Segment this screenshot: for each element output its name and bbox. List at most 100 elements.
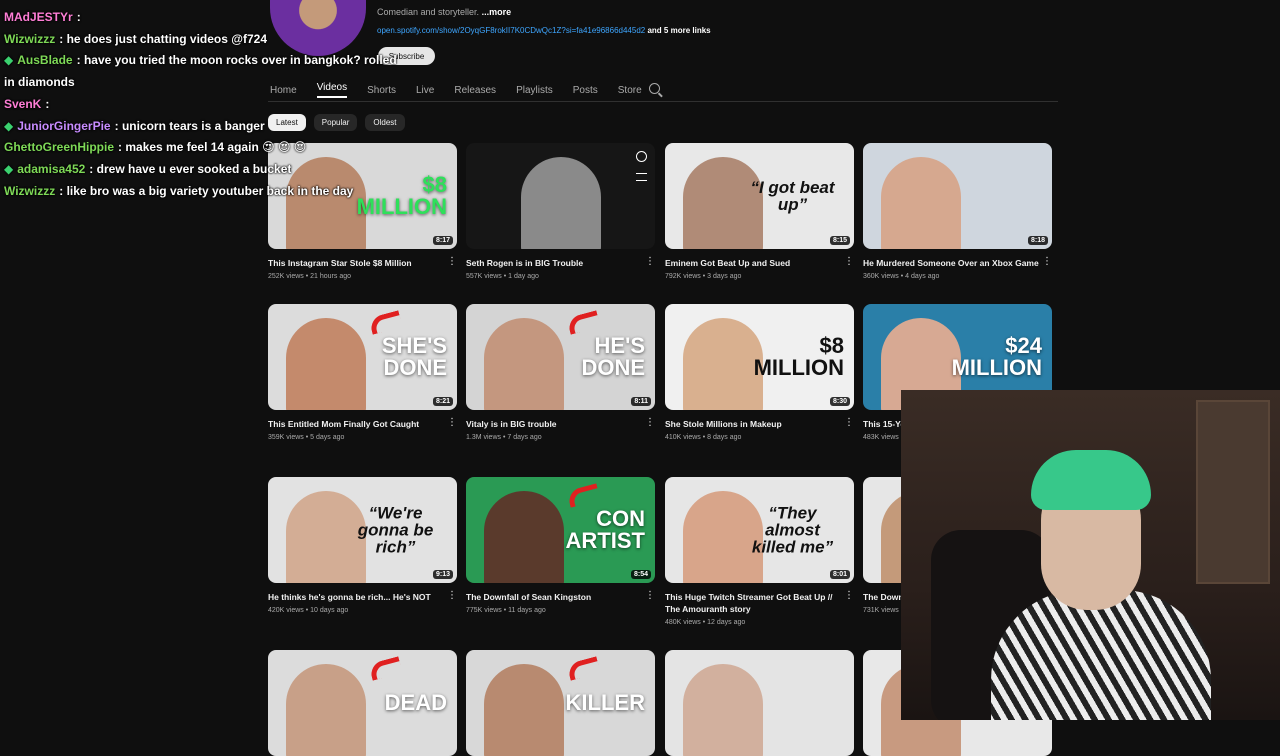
video-duration: 8:18 bbox=[1027, 236, 1048, 245]
video-title[interactable]: This Instagram Star Stole $8 Million bbox=[268, 257, 412, 269]
more-options-icon[interactable]: ⋮ bbox=[1042, 257, 1052, 269]
chat-username[interactable]: adamisa452 bbox=[17, 162, 85, 176]
video-card[interactable]: DEAD bbox=[268, 650, 457, 756]
video-card[interactable]: CON ARTIST 8:54 The Downfall of Sean Kings… bbox=[466, 477, 655, 614]
view-count: 252K views bbox=[268, 273, 304, 280]
more-options-icon[interactable]: ⋮ bbox=[447, 418, 457, 430]
chat-username[interactable]: SvenK bbox=[4, 97, 41, 111]
video-thumbnail[interactable]: DEAD bbox=[268, 650, 457, 756]
upload-age: 7 days ago bbox=[507, 434, 542, 441]
video-duration: 8:21 bbox=[432, 397, 453, 406]
thumbnail-caption: $24 MILLION bbox=[951, 333, 1042, 380]
thumbnail-caption: SHE'S DONE bbox=[381, 333, 447, 380]
video-stats: 557K views • 1 day ago bbox=[466, 273, 539, 280]
video-thumbnail[interactable]: CON ARTIST 8:54 bbox=[466, 477, 655, 583]
bio-more-link[interactable]: ...more bbox=[482, 7, 512, 17]
tab-playlists[interactable]: Playlists bbox=[516, 85, 553, 96]
video-stats: 360K views • 4 days ago bbox=[863, 273, 940, 280]
video-card[interactable]: $8 MILLION 8:30 She Stole Millions in Make… bbox=[665, 304, 854, 441]
more-options-icon[interactable]: ⋮ bbox=[645, 418, 655, 430]
video-thumbnail[interactable]: KILLER bbox=[466, 650, 655, 756]
video-card[interactable]: HE'S DONE 8:11 Vitaly is in BIG trouble ⋮ 1.… bbox=[466, 304, 655, 441]
video-thumbnail[interactable] bbox=[466, 143, 655, 249]
video-thumbnail[interactable]: “They almost killed me” 8:01 bbox=[665, 477, 854, 583]
more-options-icon[interactable]: ⋮ bbox=[844, 257, 854, 269]
chat-username[interactable]: GhettoGreenHippie bbox=[4, 140, 114, 154]
more-options-icon[interactable]: ⋮ bbox=[844, 418, 854, 430]
tab-live[interactable]: Live bbox=[416, 85, 434, 96]
tab-releases[interactable]: Releases bbox=[454, 85, 496, 96]
video-stats: 775K views • 11 days ago bbox=[466, 607, 546, 614]
chat-username[interactable]: Wizwizzz bbox=[4, 184, 55, 198]
video-card[interactable]: “I got beat up” 8:15 Eminem Got Beat Up an… bbox=[665, 143, 854, 280]
more-options-icon[interactable]: ⋮ bbox=[447, 257, 457, 269]
video-stats: 1.3M views • 7 days ago bbox=[466, 434, 542, 441]
red-arrow-icon bbox=[368, 656, 403, 681]
video-stats: 420K views • 10 days ago bbox=[268, 607, 349, 614]
thumbnail-face bbox=[484, 664, 564, 756]
video-title[interactable]: He thinks he's gonna be rich... He's NOT bbox=[268, 591, 431, 603]
video-duration: 8:15 bbox=[829, 236, 850, 245]
video-thumbnail[interactable]: “I got beat up” 8:15 bbox=[665, 143, 854, 249]
more-options-icon[interactable]: ⋮ bbox=[447, 591, 457, 603]
video-thumbnail[interactable]: 8:18 bbox=[863, 143, 1052, 249]
more-options-icon[interactable]: ⋮ bbox=[645, 591, 655, 603]
upload-age: 5 days ago bbox=[310, 434, 345, 441]
chat-text: like bro was a big variety youtuber back… bbox=[66, 183, 354, 198]
video-title[interactable]: Seth Rogen is in BIG Trouble bbox=[466, 257, 583, 269]
video-card[interactable]: “They almost killed me” 8:01 This Huge Twi… bbox=[665, 477, 854, 626]
more-options-icon[interactable]: ⋮ bbox=[844, 591, 854, 615]
spotify-link[interactable]: open.spotify.com/show/2OyqGF8rokII7K0CDw… bbox=[377, 26, 645, 35]
chat-text: drew have u ever sooked a bucket bbox=[96, 161, 292, 176]
red-arrow-icon bbox=[368, 310, 403, 335]
video-thumbnail[interactable] bbox=[665, 650, 854, 756]
search-icon[interactable] bbox=[649, 83, 660, 94]
video-title[interactable]: She Stole Millions in Makeup bbox=[665, 418, 782, 430]
background-door bbox=[1196, 400, 1270, 584]
video-thumbnail[interactable]: HE'S DONE 8:11 bbox=[466, 304, 655, 410]
thumbnail-face bbox=[683, 664, 763, 756]
thumbnail-caption: “They almost killed me” bbox=[751, 503, 834, 557]
chat-message: MAdJESTYr: bbox=[4, 10, 81, 24]
video-title[interactable]: Eminem Got Beat Up and Sued bbox=[665, 257, 790, 269]
chat-username[interactable]: JuniorGingerPie bbox=[17, 119, 110, 133]
view-count: 1.3M views bbox=[466, 434, 502, 441]
chat-text: he does just chatting videos @f724 bbox=[66, 31, 267, 46]
video-title[interactable]: This Entitled Mom Finally Got Caught bbox=[268, 418, 419, 430]
more-links[interactable]: and 5 more links bbox=[647, 26, 710, 35]
chat-message: Wizwizzz: he does just chatting videos @… bbox=[4, 31, 267, 46]
chat-username[interactable]: MAdJESTYr bbox=[4, 10, 73, 24]
video-stats: 252K views • 21 hours ago bbox=[268, 273, 352, 280]
diamond-badge-icon: ◆ bbox=[4, 53, 14, 68]
video-card[interactable]: KILLER bbox=[466, 650, 655, 756]
video-thumbnail[interactable]: SHE'S DONE 8:21 bbox=[268, 304, 457, 410]
video-title[interactable]: Vitaly is in BIG trouble bbox=[466, 418, 557, 430]
thumbnail-caption: HE'S DONE bbox=[581, 333, 645, 380]
watch-later-icon[interactable] bbox=[636, 151, 647, 162]
add-to-queue-icon[interactable] bbox=[636, 173, 647, 181]
upload-age: 10 days ago bbox=[310, 607, 349, 614]
chat-message: ◆ adamisa452: drew have u ever sooked a b… bbox=[4, 161, 292, 176]
video-card[interactable]: Seth Rogen is in BIG Trouble ⋮ 557K views … bbox=[466, 143, 655, 280]
thumbnail-caption: “We're gonna be rich” bbox=[357, 503, 434, 557]
chat-username[interactable]: AusBlade bbox=[17, 53, 72, 67]
video-card[interactable]: “We're gonna be rich” 9:13 He thinks he's … bbox=[268, 477, 457, 614]
more-options-icon[interactable]: ⋮ bbox=[645, 257, 655, 269]
chat-username[interactable]: Wizwizzz bbox=[4, 32, 55, 46]
video-card[interactable] bbox=[665, 650, 854, 756]
chat-message: ◆ AusBlade: have you tried the moon rocks… bbox=[4, 53, 397, 90]
video-title[interactable]: This Huge Twitch Streamer Got Beat Up //… bbox=[665, 591, 844, 615]
upload-age: 12 days ago bbox=[707, 619, 746, 626]
video-thumbnail[interactable]: $8 MILLION 8:30 bbox=[665, 304, 854, 410]
channel-links[interactable]: open.spotify.com/show/2OyqGF8rokII7K0CDw… bbox=[377, 26, 711, 35]
red-arrow-icon bbox=[566, 310, 601, 335]
tab-store[interactable]: Store bbox=[618, 85, 642, 96]
video-stats: 792K views • 3 days ago bbox=[665, 273, 742, 280]
video-title[interactable]: The Downfall of Sean Kingston bbox=[466, 591, 591, 603]
video-card[interactable]: SHE'S DONE 8:21 This Entitled Mom Finally … bbox=[268, 304, 457, 441]
view-count: 410K views bbox=[665, 434, 701, 441]
tab-posts[interactable]: Posts bbox=[573, 85, 598, 96]
video-title[interactable]: He Murdered Someone Over an Xbox Game bbox=[863, 257, 1039, 269]
video-thumbnail[interactable]: “We're gonna be rich” 9:13 bbox=[268, 477, 457, 583]
video-card[interactable]: 8:18 He Murdered Someone Over an Xbox Gam… bbox=[863, 143, 1052, 280]
